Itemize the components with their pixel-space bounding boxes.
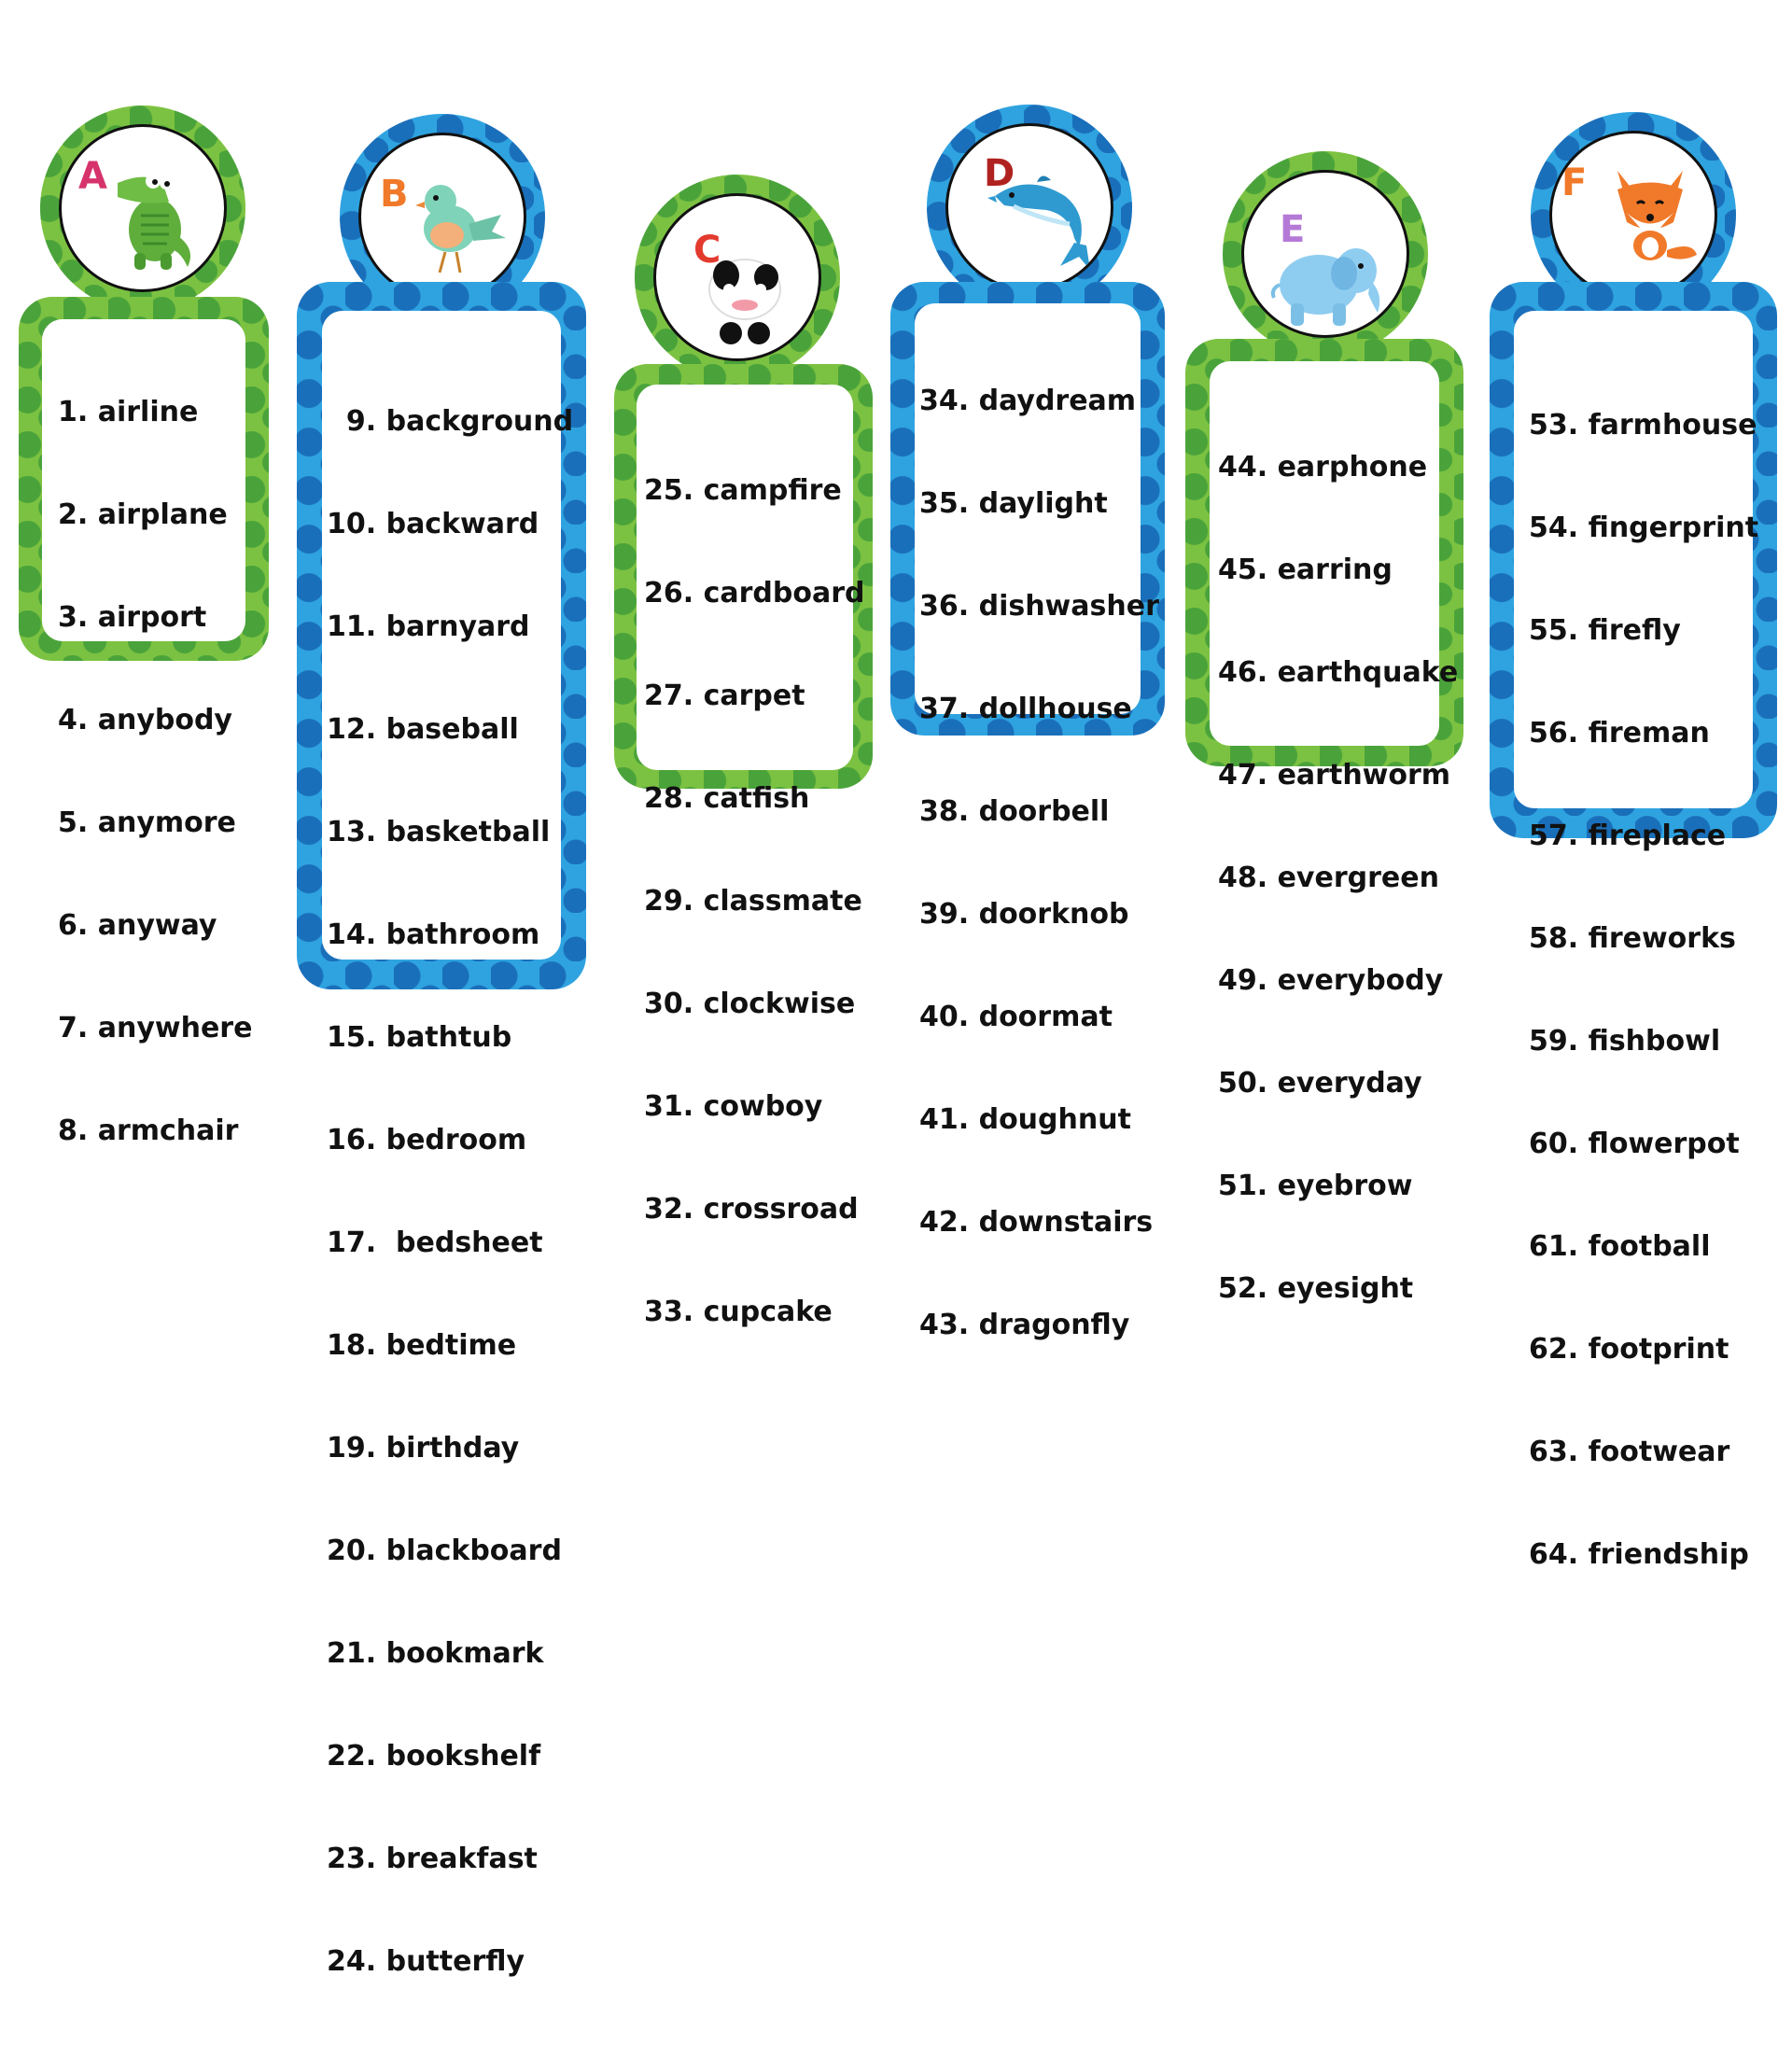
elephant-icon xyxy=(1270,248,1380,326)
list-item: 28. catfish xyxy=(644,782,810,815)
list-item: 12. baseball xyxy=(327,713,519,746)
card-d-badge: D xyxy=(927,105,1132,310)
list-item: 48. evergreen xyxy=(1218,862,1439,894)
list-item: 62. footprint xyxy=(1529,1333,1729,1366)
card-b-badge-inner: B xyxy=(358,133,526,301)
list-item: 9. background xyxy=(327,405,574,438)
card-b-word-list: 9. background 10. backward 11. barnyard … xyxy=(327,338,573,2046)
list-item: 40. doormat xyxy=(919,1001,1113,1033)
list-item: 24. butterfly xyxy=(327,1945,525,1978)
list-item: 58. fireworks xyxy=(1529,922,1736,955)
list-item: 19. birthday xyxy=(327,1432,520,1464)
list-item: 30. clockwise xyxy=(644,988,856,1020)
list-item: 38. doorbell xyxy=(919,795,1110,828)
list-item: 35. daylight xyxy=(919,487,1108,520)
list-item: 61. football xyxy=(1529,1230,1711,1263)
list-item: 2. airplane xyxy=(58,498,228,531)
list-item: 31. cowboy xyxy=(644,1090,823,1123)
card-f-letter: F xyxy=(1561,161,1588,204)
list-item: 46. earthquake xyxy=(1218,656,1459,689)
card-c-badge: C xyxy=(635,175,840,380)
list-item: 21. bookmark xyxy=(327,1637,544,1670)
card-b-letter: B xyxy=(380,173,409,216)
dolphin-icon xyxy=(987,175,1090,270)
list-item: 3. airport xyxy=(58,601,207,634)
list-item: 4. anybody xyxy=(58,704,232,736)
list-item: 25. campfire xyxy=(644,474,842,507)
list-item: 33. cupcake xyxy=(644,1296,833,1328)
list-item: 60. flowerpot xyxy=(1529,1128,1740,1160)
card-d-badge-inner: D xyxy=(945,123,1113,291)
list-item: 64. friendship xyxy=(1529,1538,1749,1571)
list-item: 44. earphone xyxy=(1218,451,1428,483)
list-item: 15. bathtub xyxy=(327,1021,512,1054)
list-item: 26. cardboard xyxy=(644,577,865,610)
list-item: 29. classmate xyxy=(644,885,862,918)
card-f-badge-inner: F xyxy=(1549,131,1717,299)
list-item: 1. airline xyxy=(58,396,199,428)
list-item: 57. fireplace xyxy=(1529,820,1727,852)
list-item: 18. bedtime xyxy=(327,1329,517,1362)
card-a-badge-inner: A xyxy=(59,124,227,292)
list-item: 20. blackboard xyxy=(327,1534,562,1567)
list-item: 5. anymore xyxy=(58,806,236,839)
list-item: 50. everyday xyxy=(1218,1067,1422,1100)
list-item: 63. footwear xyxy=(1529,1436,1730,1468)
list-item: 23. breakfast xyxy=(327,1843,538,1875)
card-d-word-list: 34. daydream 35. daylight 36. dishwasher… xyxy=(919,317,1159,1409)
list-item: 49. everybody xyxy=(1218,964,1444,997)
bird-icon xyxy=(415,185,506,273)
list-item: 22. bookshelf xyxy=(327,1740,541,1773)
list-item: 45. earring xyxy=(1218,554,1393,586)
list-item: 10. backward xyxy=(327,508,539,540)
card-a-badge: A xyxy=(40,105,245,311)
list-item: 42. downstairs xyxy=(919,1206,1154,1239)
card-f-word-list: 53. farmhouse 54. fingerprint 55. firefl… xyxy=(1529,342,1758,1639)
list-item: 6. anyway xyxy=(58,909,217,942)
list-item: 39. doorknob xyxy=(919,898,1129,931)
card-e-word-list: 44. earphone 45. earring 46. earthquake … xyxy=(1218,384,1458,1373)
list-item: 55. firefly xyxy=(1529,614,1681,647)
fox-icon xyxy=(1617,171,1697,260)
list-item: 34. daydream xyxy=(919,385,1137,417)
list-item: 32. crossroad xyxy=(644,1193,859,1226)
list-item: 11. barnyard xyxy=(327,610,530,643)
crocodile-icon xyxy=(118,174,191,270)
list-item: 13. basketball xyxy=(327,816,551,848)
list-item: 52. eyesight xyxy=(1218,1272,1414,1305)
card-c-word-list: 25. campfire 26. cardboard 27. carpet 28… xyxy=(644,407,864,1396)
list-item: 16. bedroom xyxy=(327,1124,527,1156)
list-item: 43. dragonfly xyxy=(919,1309,1130,1341)
card-e-badge: E xyxy=(1223,151,1428,357)
list-item: 8. armchair xyxy=(58,1114,239,1147)
list-item: 56. fireman xyxy=(1529,717,1710,750)
list-item: 7. anywhere xyxy=(58,1012,253,1044)
list-item: 14. bathroom xyxy=(327,918,540,951)
card-c-badge-inner: C xyxy=(653,193,821,361)
list-item: 41. doughnut xyxy=(919,1103,1131,1136)
list-item: 54. fingerprint xyxy=(1529,512,1759,544)
cow-icon xyxy=(708,259,781,344)
list-item: 27. carpet xyxy=(644,680,805,712)
list-item: 17. bedsheet xyxy=(327,1226,543,1259)
card-e-badge-inner: E xyxy=(1241,170,1409,338)
list-item: 37. dollhouse xyxy=(919,693,1132,725)
list-item: 47. earthworm xyxy=(1218,759,1451,792)
list-item: 36. dishwasher xyxy=(919,590,1159,623)
card-a-word-list: 1. airline 2. airplane 3. airport 4. any… xyxy=(58,329,252,1215)
list-item: 53. farmhouse xyxy=(1529,409,1757,441)
list-item: 51. eyebrow xyxy=(1218,1170,1413,1202)
list-item: 59. fishbowl xyxy=(1529,1025,1721,1058)
